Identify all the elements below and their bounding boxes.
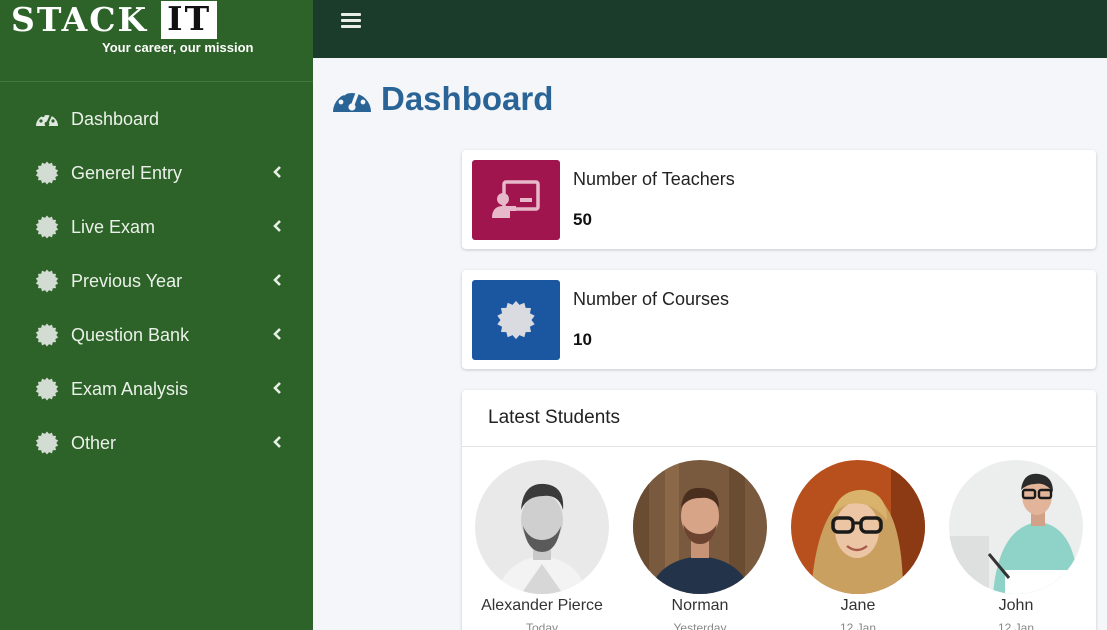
chevron-left-icon xyxy=(273,382,281,394)
latest-students-card: Latest Students Alexander Pierce Today N… xyxy=(462,390,1096,630)
gear-icon xyxy=(34,268,60,294)
top-navbar xyxy=(313,0,1107,58)
gear-icon xyxy=(34,376,60,402)
stat-label: Number of Teachers xyxy=(573,169,735,189)
gear-icon xyxy=(34,160,60,186)
stat-card-courses[interactable]: Number of Courses 10 xyxy=(462,270,1096,369)
tachometer-icon xyxy=(34,106,60,132)
sidebar-item-label: Exam Analysis xyxy=(71,378,189,399)
gear-icon xyxy=(34,322,60,348)
sidebar-item-label: Live Exam xyxy=(71,216,156,237)
sidebar-item-label: Question Bank xyxy=(71,324,190,345)
user-item[interactable]: Alexander Pierce Today xyxy=(475,460,609,630)
page-title-text: Dashboard xyxy=(381,80,554,117)
logo-it-text: IT xyxy=(161,1,218,39)
stat-label: Number of Courses xyxy=(573,289,730,309)
chevron-left-icon xyxy=(273,328,281,340)
chevron-left-icon xyxy=(273,220,281,232)
sidebar-item-live-exam[interactable]: Live Exam xyxy=(0,200,313,254)
sidebar: STACK IT Your career, our mission Dashbo… xyxy=(0,0,313,630)
logo-wordmark: STACK IT xyxy=(11,0,218,39)
avatar[interactable] xyxy=(791,460,925,594)
user-name: Jane xyxy=(840,597,876,614)
chalkboard-teacher-icon xyxy=(472,160,560,240)
sidebar-item-previous-year[interactable]: Previous Year xyxy=(0,254,313,308)
avatar[interactable] xyxy=(633,460,767,594)
avatar[interactable] xyxy=(949,460,1083,594)
brand-logo[interactable]: STACK IT Your career, our mission xyxy=(0,0,313,82)
user-date: Yesterday xyxy=(673,621,727,630)
sidebar-item-exam-analysis[interactable]: Exam Analysis xyxy=(0,362,313,416)
user-item[interactable]: Jane 12 Jan xyxy=(791,460,925,630)
chevron-left-icon xyxy=(273,274,281,286)
user-name: Norman xyxy=(671,597,729,614)
sidebar-item-label: Dashboard xyxy=(71,108,160,129)
user-name: John xyxy=(998,597,1034,614)
user-name: Alexander Pierce xyxy=(481,597,603,614)
hamburger-icon[interactable] xyxy=(341,13,361,33)
sidebar-item-dashboard[interactable]: Dashboard xyxy=(0,92,313,146)
user-item[interactable]: John 12 Jan xyxy=(949,460,1083,630)
tachometer-icon xyxy=(331,80,373,118)
user-date: Today xyxy=(525,621,559,630)
logo-tagline: Your career, our mission xyxy=(102,40,254,55)
stat-value: 50 xyxy=(573,210,592,229)
gear-icon xyxy=(472,280,560,360)
sidebar-item-other[interactable]: Other xyxy=(0,416,313,470)
sidebar-item-question-bank[interactable]: Question Bank xyxy=(0,308,313,362)
avatar[interactable] xyxy=(475,460,609,594)
logo-stack-text: STACK xyxy=(11,0,149,39)
page-title: Dashboard xyxy=(331,80,553,118)
sidebar-item-label: Previous Year xyxy=(71,270,183,291)
sidebar-item-label: Other xyxy=(71,432,117,453)
gear-icon xyxy=(34,430,60,456)
sidebar-item-label: Generel Entry xyxy=(71,162,183,183)
card-title: Latest Students xyxy=(488,407,621,428)
user-item[interactable]: Norman Yesterday xyxy=(633,460,767,630)
sidebar-nav: Dashboard Generel Entry Live Exam Previo… xyxy=(0,82,313,470)
user-date: 12 Jan xyxy=(839,621,877,630)
sidebar-item-generel-entry[interactable]: Generel Entry xyxy=(0,146,313,200)
user-date: 12 Jan xyxy=(997,621,1035,630)
chevron-left-icon xyxy=(273,166,281,178)
chevron-left-icon xyxy=(273,436,281,448)
card-header: Latest Students xyxy=(462,390,1096,447)
stat-card-teachers[interactable]: Number of Teachers 50 xyxy=(462,150,1096,249)
gear-icon xyxy=(34,214,60,240)
stat-value: 10 xyxy=(573,330,592,349)
